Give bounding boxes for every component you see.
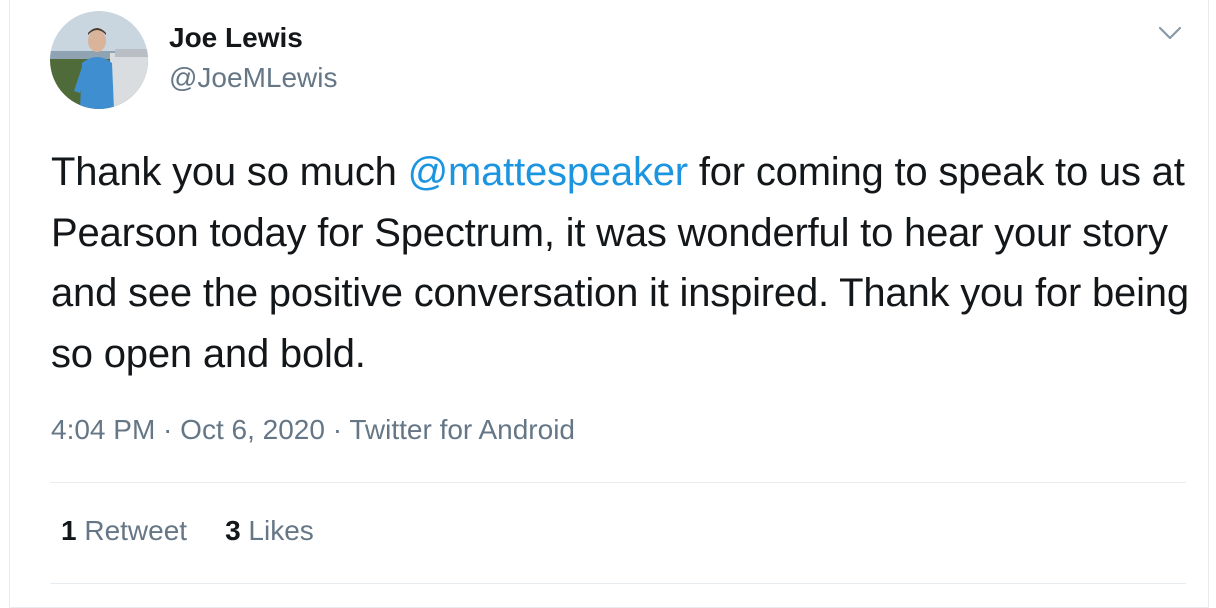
tweet-text-part: Thank you so much	[51, 150, 408, 194]
avatar-image	[50, 11, 148, 109]
tweet-meta: 4:04 PM · Oct 6, 2020 · Twitter for Andr…	[51, 412, 575, 448]
tweet-time[interactable]: 4:04 PM	[51, 414, 155, 445]
retweets-stat[interactable]: 1 Retweet	[61, 513, 187, 549]
display-name[interactable]: Joe Lewis	[169, 21, 303, 55]
avatar[interactable]	[50, 11, 148, 109]
divider	[50, 482, 1186, 483]
likes-label: Likes	[240, 515, 314, 546]
mention-link[interactable]: @mattespeaker	[408, 150, 689, 194]
meta-separator: ·	[324, 414, 350, 445]
tweet-card: Joe Lewis @JoeMLewis Thank you so much @…	[9, 0, 1209, 608]
tweet-source[interactable]: Twitter for Android	[349, 414, 575, 445]
tweet-date[interactable]: Oct 6, 2020	[180, 414, 325, 445]
retweets-label: Retweet	[76, 515, 188, 546]
retweets-count: 1	[61, 515, 77, 546]
divider	[50, 583, 1186, 584]
tweet-stats: 1 Retweet 3 Likes	[61, 513, 314, 549]
meta-separator: ·	[155, 414, 181, 445]
likes-stat[interactable]: 3 Likes	[225, 513, 314, 549]
chevron-down-icon[interactable]	[1157, 23, 1183, 43]
likes-count: 3	[225, 515, 241, 546]
user-handle[interactable]: @JoeMLewis	[169, 61, 337, 95]
tweet-text: Thank you so much @mattespeaker for comi…	[51, 142, 1191, 384]
